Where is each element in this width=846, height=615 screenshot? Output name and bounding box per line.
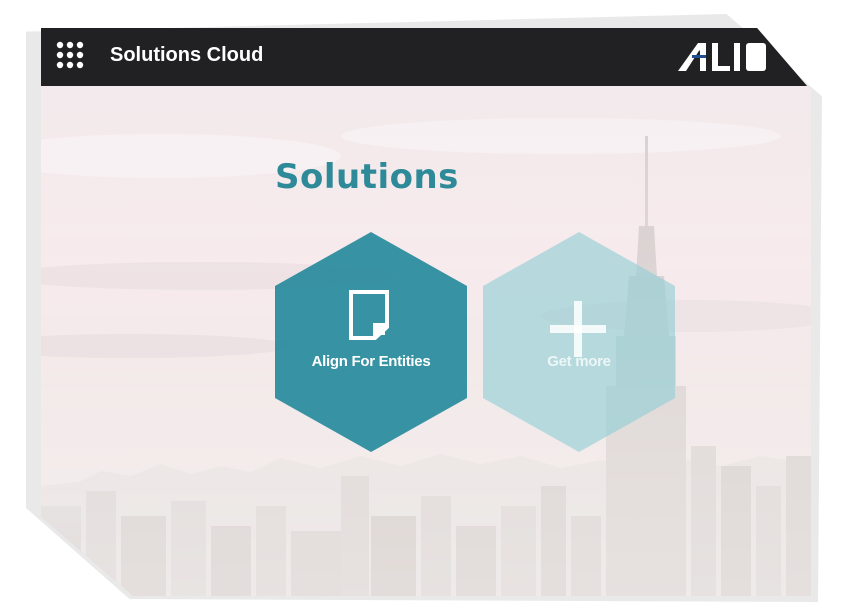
app-window: Solutions Cloud Solutions Align For Enti… bbox=[41, 28, 811, 596]
hexagon-shape bbox=[275, 232, 467, 452]
app-header: Solutions Cloud bbox=[41, 28, 811, 86]
app-grid-icon[interactable] bbox=[55, 40, 85, 70]
app-title: Solutions Cloud bbox=[110, 44, 264, 66]
solution-tile-align-for-entities[interactable]: Align For Entities bbox=[273, 230, 469, 454]
tile-label: Align For Entities bbox=[311, 353, 431, 370]
brand-logo bbox=[678, 43, 766, 71]
document-icon bbox=[349, 290, 389, 340]
plus-icon bbox=[550, 301, 606, 357]
tile-label: Get more bbox=[547, 353, 611, 370]
solution-tile-get-more[interactable]: Get more bbox=[481, 230, 677, 454]
page-title: Solutions bbox=[275, 157, 459, 197]
